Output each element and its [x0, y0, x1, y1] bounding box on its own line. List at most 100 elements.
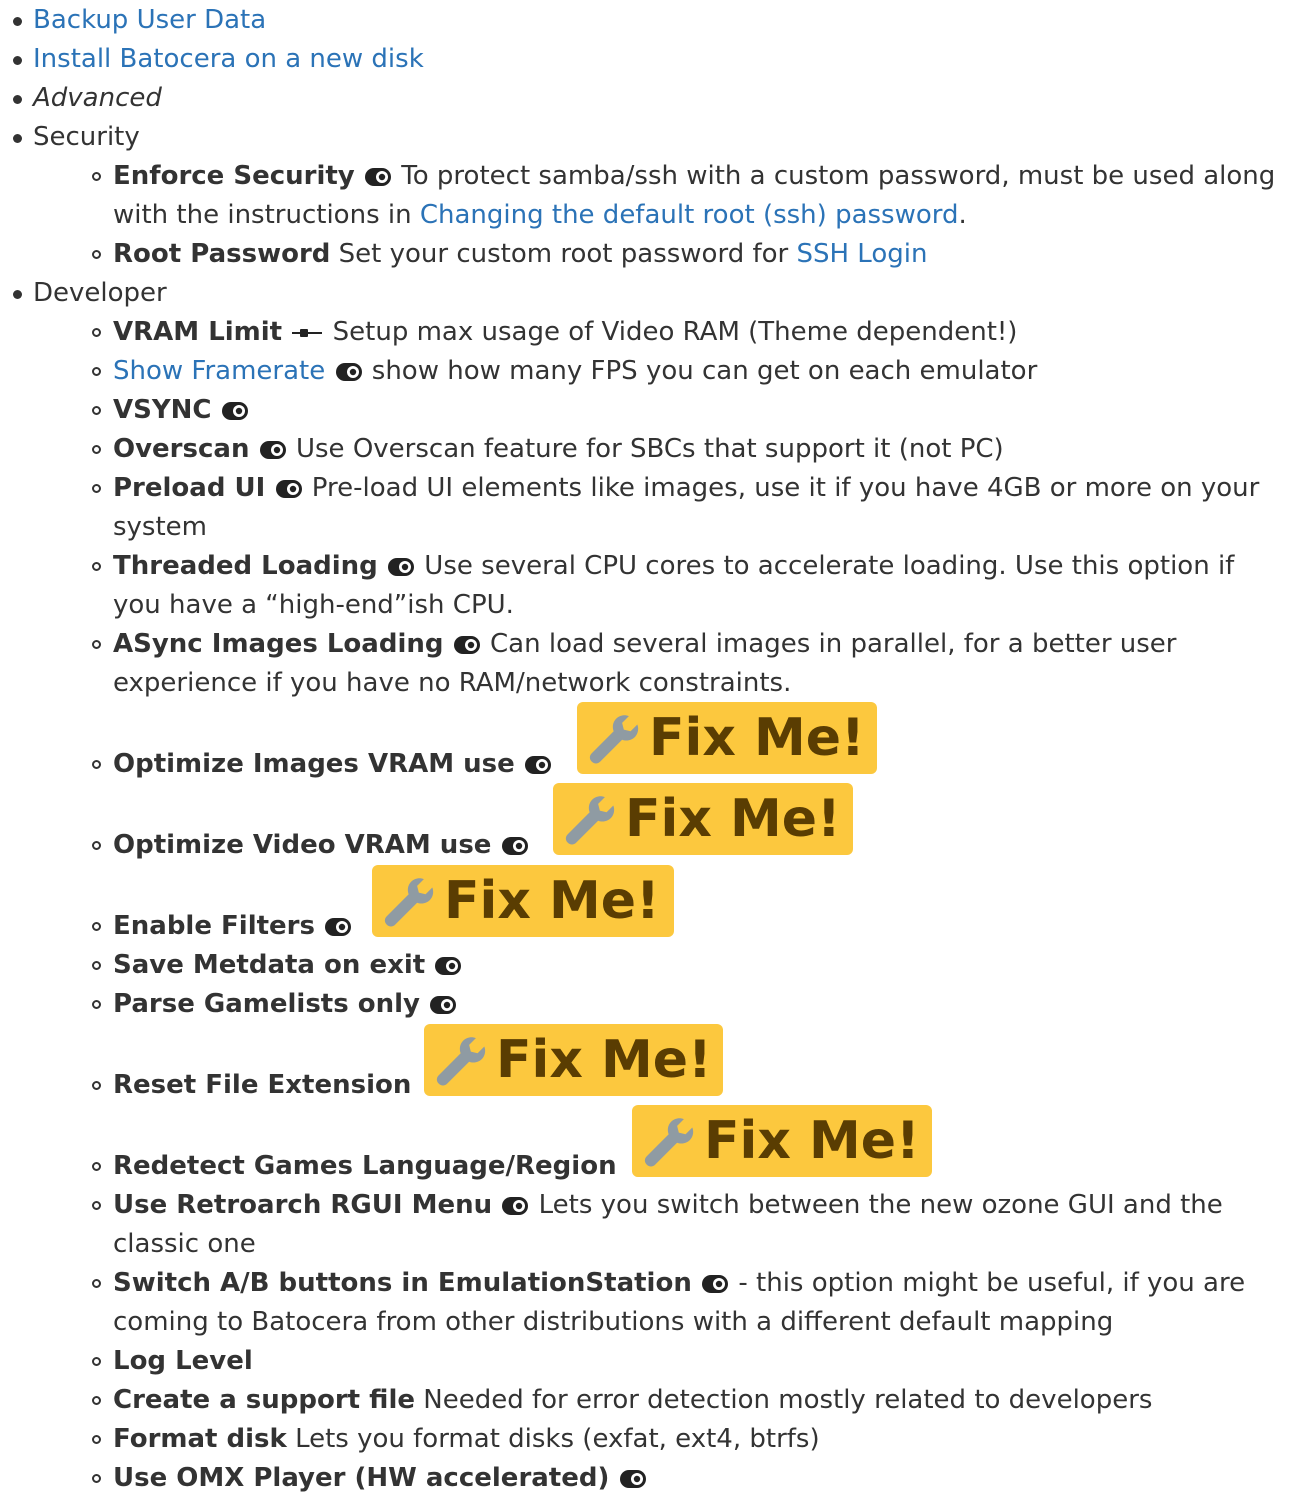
list-item: Save Metdata on exit: [113, 946, 463, 985]
bullet: [92, 1435, 101, 1444]
toggle-icon: [276, 480, 302, 498]
switch-ab-title: Switch A/B buttons in EmulationStation: [113, 1268, 692, 1298]
bullet: [92, 328, 101, 337]
retroarch-rgui-title: Use Retroarch RGUI Menu: [113, 1190, 493, 1220]
bullet: [92, 1162, 101, 1171]
developer-label: Developer: [33, 278, 167, 308]
bullet: [13, 290, 22, 299]
bullet: [13, 56, 22, 65]
bullet: [92, 1081, 101, 1090]
root-password-desc: Set your custom root password for: [330, 239, 797, 269]
list-item: Security: [33, 118, 140, 157]
bullet: [92, 1357, 101, 1366]
list-item-continuation: experience if you have no RAM/network co…: [113, 664, 791, 703]
toggle-icon: [525, 756, 551, 774]
toggle-icon: [502, 1197, 528, 1215]
list-item-continuation: with the instructions in Changing the de…: [113, 196, 967, 235]
bullet: [92, 172, 101, 181]
reset-file-extension-title: Reset File Extension: [113, 1070, 412, 1100]
threaded-loading-title: Threaded Loading: [113, 551, 378, 581]
switch-ab-desc: - this option might be useful, if you ar…: [730, 1268, 1246, 1298]
async-images-desc: Can load several images in parallel, for…: [481, 629, 1177, 659]
list-item: Preload UI Pre-load UI elements like ima…: [113, 469, 1259, 508]
show-framerate-desc: show how many FPS you can get on each em…: [363, 356, 1038, 386]
support-file-desc: Needed for error detection mostly relate…: [414, 1385, 1153, 1415]
bullet: [92, 484, 101, 493]
list-item: Log Level: [113, 1342, 253, 1381]
list-item: Use OMX Player (HW accelerated): [113, 1459, 648, 1498]
bullet: [92, 1396, 101, 1405]
toggle-icon: [435, 957, 461, 975]
omx-player-title: Use OMX Player (HW accelerated): [113, 1463, 610, 1493]
bullet: [92, 250, 101, 259]
list-item-continuation: coming to Batocera from other distributi…: [113, 1303, 1113, 1342]
enforce-security-title: Enforce Security: [113, 161, 355, 191]
list-item-continuation: you have a “high-end”ish CPU.: [113, 586, 514, 625]
toggle-icon: [620, 1470, 646, 1488]
wrench-icon: [640, 1114, 694, 1168]
wrench-icon: [432, 1033, 486, 1087]
fixme-label: Fix Me!: [496, 1030, 712, 1090]
support-file-title: Create a support file: [113, 1385, 415, 1415]
fixme-label: Fix Me!: [704, 1111, 920, 1171]
ssh-login-link[interactable]: SSH Login: [796, 239, 927, 269]
vram-limit-title: VRAM Limit: [113, 317, 283, 347]
backup-user-data-link[interactable]: Backup User Data: [33, 5, 266, 35]
bullet: [92, 841, 101, 850]
fixme-badge: Fix Me!: [424, 1024, 723, 1096]
bullet: [92, 406, 101, 415]
fixme-label: Fix Me!: [649, 708, 865, 768]
list-item: VSYNC: [113, 391, 250, 430]
wrench-icon: [380, 874, 434, 928]
fixme-label: Fix Me!: [444, 871, 660, 931]
list-item-continuation: classic one: [113, 1225, 256, 1264]
format-disk-desc: Lets you format disks (exfat, ext4, btrf…: [286, 1424, 820, 1454]
bullet: [92, 760, 101, 769]
switch-ab-desc2: coming to Batocera from other distributi…: [113, 1307, 1114, 1337]
threaded-loading-desc: Use several CPU cores to accelerate load…: [416, 551, 1235, 581]
retroarch-rgui-desc2: classic one: [113, 1229, 256, 1259]
list-item: VRAM Limit Setup max usage of Video RAM …: [113, 313, 1017, 352]
toggle-icon: [502, 837, 528, 855]
list-item: Enforce Security To protect samba/ssh wi…: [113, 157, 1275, 196]
toggle-icon: [260, 441, 286, 459]
preload-ui-title: Preload UI: [113, 473, 266, 503]
fixme-badge: Fix Me!: [372, 865, 674, 937]
toggle-icon: [454, 636, 480, 654]
list-item: Developer: [33, 274, 167, 313]
vsync-title: VSYNC: [113, 395, 212, 425]
toggle-icon: [222, 402, 248, 420]
fixme-badge: Fix Me!: [553, 783, 853, 855]
list-item: Show Framerate show how many FPS you can…: [113, 352, 1037, 391]
optimize-images-title: Optimize Images VRAM use: [113, 749, 515, 779]
bullet: [92, 922, 101, 931]
parse-gamelists-title: Parse Gamelists only: [113, 989, 420, 1019]
list-item: Optimize Images VRAM use: [113, 745, 553, 784]
threaded-loading-desc2: you have a “high-end”ish CPU.: [113, 590, 514, 620]
list-item: Overscan Use Overscan feature for SBCs t…: [113, 430, 1004, 469]
list-item: Optimize Video VRAM use: [113, 826, 530, 865]
bullet: [92, 1000, 101, 1009]
toggle-icon: [365, 168, 391, 186]
list-item: Advanced: [33, 79, 162, 118]
list-item: Switch A/B buttons in EmulationStation -…: [113, 1264, 1245, 1303]
list-item: Root Password Set your custom root passw…: [113, 235, 927, 274]
wrench-icon: [561, 792, 615, 846]
toggle-icon: [702, 1275, 728, 1293]
enforce-security-desc: To protect samba/ssh with a custom passw…: [393, 161, 1276, 191]
list-item: Create a support file Needed for error d…: [113, 1381, 1152, 1420]
change-root-password-link[interactable]: Changing the default root (ssh) password: [420, 200, 959, 230]
install-batocera-link[interactable]: Install Batocera on a new disk: [33, 44, 424, 74]
toggle-icon: [325, 918, 351, 936]
optimize-video-title: Optimize Video VRAM use: [113, 830, 492, 860]
show-framerate-link[interactable]: Show Framerate: [113, 356, 325, 386]
advanced-label: Advanced: [33, 83, 162, 113]
enforce-security-desc2: with the instructions in: [113, 200, 420, 230]
list-item: Enable Filters: [113, 907, 353, 946]
fixme-badge: Fix Me!: [577, 702, 877, 774]
toggle-icon: [336, 363, 362, 381]
overscan-desc: Use Overscan feature for SBCs that suppo…: [287, 434, 1004, 464]
list-item: Backup User Data: [33, 1, 266, 40]
list-item: ASync Images Loading Can load several im…: [113, 625, 1177, 664]
list-item: Threaded Loading Use several CPU cores t…: [113, 547, 1234, 586]
